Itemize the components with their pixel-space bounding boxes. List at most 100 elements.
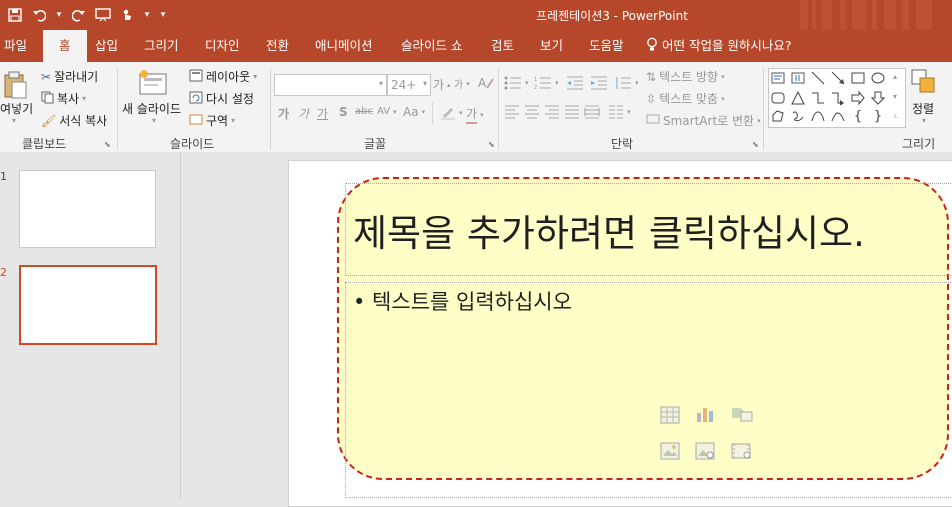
font-launcher-icon[interactable]: ⬊ bbox=[488, 140, 495, 149]
arc-icon[interactable] bbox=[831, 109, 845, 123]
tab-help[interactable]: 도움말 bbox=[589, 30, 624, 62]
undo-dropdown-icon[interactable]: ▾ bbox=[52, 4, 66, 26]
new-slide-dropdown-icon[interactable]: ▾ bbox=[152, 116, 156, 125]
decrease-indent-icon[interactable] bbox=[566, 76, 584, 90]
reset-button[interactable]: 다시 설정 bbox=[189, 90, 254, 107]
tab-view[interactable]: 보기 bbox=[540, 30, 563, 62]
insert-chart-icon[interactable] bbox=[695, 405, 715, 423]
smartart-convert-button[interactable]: SmartArt로 변환 ▾ bbox=[646, 112, 761, 129]
save-icon[interactable] bbox=[4, 4, 26, 26]
text-direction-button[interactable]: ⇅ 텍스트 방향 ▾ bbox=[646, 68, 725, 85]
insert-picture-icon[interactable] bbox=[660, 442, 680, 460]
font-size-dropdown[interactable]: 24+ ▾ bbox=[387, 74, 431, 96]
paste-button[interactable]: 여넣기 bbox=[0, 100, 33, 117]
touch-dropdown-icon[interactable]: ▾ bbox=[140, 4, 154, 26]
left-brace-icon[interactable]: { bbox=[851, 109, 865, 124]
vertical-text-box-icon[interactable] bbox=[791, 71, 805, 85]
font-color-button[interactable]: 가 ▾ bbox=[466, 105, 484, 124]
tab-slideshow[interactable]: 슬라이드 쇼 bbox=[401, 30, 462, 62]
elbow-arrow-icon[interactable] bbox=[831, 91, 845, 105]
grow-font-button[interactable]: 가 ▴ bbox=[433, 76, 451, 93]
clipboard-group-label: 클립보드 bbox=[22, 137, 67, 151]
arrow-line-icon[interactable] bbox=[831, 71, 845, 85]
tab-file[interactable]: 파일 bbox=[4, 30, 27, 62]
right-brace-icon[interactable]: } bbox=[871, 109, 885, 124]
underline-button[interactable]: 가 bbox=[317, 105, 328, 122]
tab-draw[interactable]: 그리기 bbox=[144, 30, 179, 62]
text-box-icon[interactable] bbox=[771, 71, 785, 85]
paste-dropdown-icon[interactable]: ▾ bbox=[12, 116, 16, 125]
align-text-button[interactable]: ⇳ 텍스트 맞춤 ▾ bbox=[646, 90, 725, 107]
triangle-icon[interactable] bbox=[791, 91, 805, 105]
slide-number: 1 bbox=[0, 170, 7, 183]
tab-transitions[interactable]: 전환 bbox=[266, 30, 289, 62]
strikethrough-button[interactable]: abc bbox=[355, 106, 373, 117]
arrange-dropdown-icon[interactable]: ▾ bbox=[922, 116, 926, 125]
clear-formatting-icon[interactable]: A bbox=[478, 75, 494, 90]
curve-icon[interactable] bbox=[811, 109, 825, 123]
touch-mode-icon[interactable] bbox=[116, 4, 138, 26]
line-icon[interactable] bbox=[811, 71, 825, 85]
paste-icon[interactable] bbox=[0, 70, 28, 100]
align-center-icon[interactable] bbox=[524, 105, 540, 119]
tell-me-box[interactable]: 어떤 작업을 원하시나요? bbox=[646, 30, 792, 62]
elbow-connector-icon[interactable] bbox=[811, 91, 825, 105]
tab-design[interactable]: 디자인 bbox=[205, 30, 240, 62]
font-name-dropdown[interactable]: ▾ bbox=[274, 74, 387, 96]
character-spacing-button[interactable]: AV ▾ bbox=[377, 106, 397, 117]
align-left-icon[interactable] bbox=[504, 105, 520, 119]
section-button[interactable]: 구역 ▾ bbox=[189, 112, 235, 129]
align-right-icon[interactable] bbox=[544, 105, 560, 119]
insert-table-icon[interactable] bbox=[660, 406, 680, 424]
slide-thumbnail-2[interactable] bbox=[19, 265, 157, 345]
customize-qat-icon[interactable]: ▾ bbox=[156, 4, 170, 26]
bullets-icon[interactable]: ▾ bbox=[504, 76, 529, 90]
clipboard-launcher-icon[interactable]: ⬊ bbox=[104, 140, 111, 149]
justify-icon[interactable] bbox=[564, 105, 580, 119]
tab-insert[interactable]: 삽입 bbox=[95, 30, 118, 62]
new-slide-button[interactable]: 새 슬라이드 bbox=[122, 100, 181, 117]
copy-dropdown-icon[interactable]: ▾ bbox=[82, 94, 86, 103]
layout-button[interactable]: 레이아웃 ▾ bbox=[189, 68, 257, 85]
increase-indent-icon[interactable] bbox=[590, 76, 608, 90]
slide-thumbnail-1[interactable] bbox=[19, 170, 156, 248]
shapes-gallery[interactable]: { } bbox=[768, 68, 906, 128]
shapes-scroll-up-icon[interactable]: ▴ bbox=[893, 72, 897, 81]
bold-button[interactable]: 가 bbox=[278, 105, 289, 122]
format-painter-button[interactable]: 🖌 서식 복사 bbox=[41, 112, 107, 129]
tab-animations[interactable]: 애니메이션 bbox=[315, 30, 373, 62]
highlight-icon[interactable]: ▾ bbox=[440, 105, 463, 120]
arrange-icon[interactable] bbox=[910, 68, 938, 96]
tab-home[interactable]: 홈 bbox=[43, 30, 87, 62]
insert-online-picture-icon[interactable] bbox=[695, 442, 715, 460]
right-arrow-icon[interactable] bbox=[851, 91, 865, 105]
line-spacing-icon[interactable]: ▾ bbox=[614, 76, 639, 90]
rounded-rectangle-icon[interactable] bbox=[771, 91, 785, 105]
shadow-button[interactable]: S bbox=[339, 105, 348, 119]
columns-icon[interactable]: ▾ bbox=[608, 105, 631, 119]
tab-review[interactable]: 검토 bbox=[491, 30, 514, 62]
insert-smartart-icon[interactable] bbox=[731, 405, 753, 423]
new-slide-icon[interactable] bbox=[138, 68, 170, 98]
oval-icon[interactable] bbox=[871, 71, 885, 85]
freeform-shape-icon[interactable] bbox=[771, 109, 785, 123]
copy-button[interactable]: 복사 ▾ bbox=[41, 90, 86, 107]
title-placeholder-text: 제목을 추가하려면 클릭하십시오. bbox=[353, 212, 865, 255]
distributed-icon[interactable] bbox=[584, 105, 600, 119]
scribble-icon[interactable] bbox=[791, 109, 805, 123]
shrink-font-button[interactable]: 가 ▾ bbox=[454, 76, 470, 92]
rectangle-icon[interactable] bbox=[851, 71, 865, 85]
change-case-button[interactable]: Aa ▾ bbox=[403, 105, 425, 119]
arrange-button[interactable]: 정렬 bbox=[912, 100, 934, 117]
redo-icon[interactable] bbox=[68, 4, 90, 26]
italic-button[interactable]: 가 bbox=[298, 105, 309, 122]
insert-video-icon[interactable] bbox=[731, 442, 751, 460]
present-icon[interactable] bbox=[92, 4, 114, 26]
down-arrow-icon[interactable] bbox=[871, 91, 885, 105]
paragraph-launcher-icon[interactable]: ⬊ bbox=[752, 140, 759, 149]
undo-icon[interactable] bbox=[28, 4, 50, 26]
shapes-more-icon[interactable]: ⩡ bbox=[893, 112, 898, 122]
shapes-scroll-down-icon[interactable]: ▾ bbox=[893, 92, 897, 101]
numbering-icon[interactable]: 1 2 ▾ bbox=[534, 76, 559, 90]
cut-button[interactable]: ✂ 잘라내기 bbox=[41, 68, 98, 85]
